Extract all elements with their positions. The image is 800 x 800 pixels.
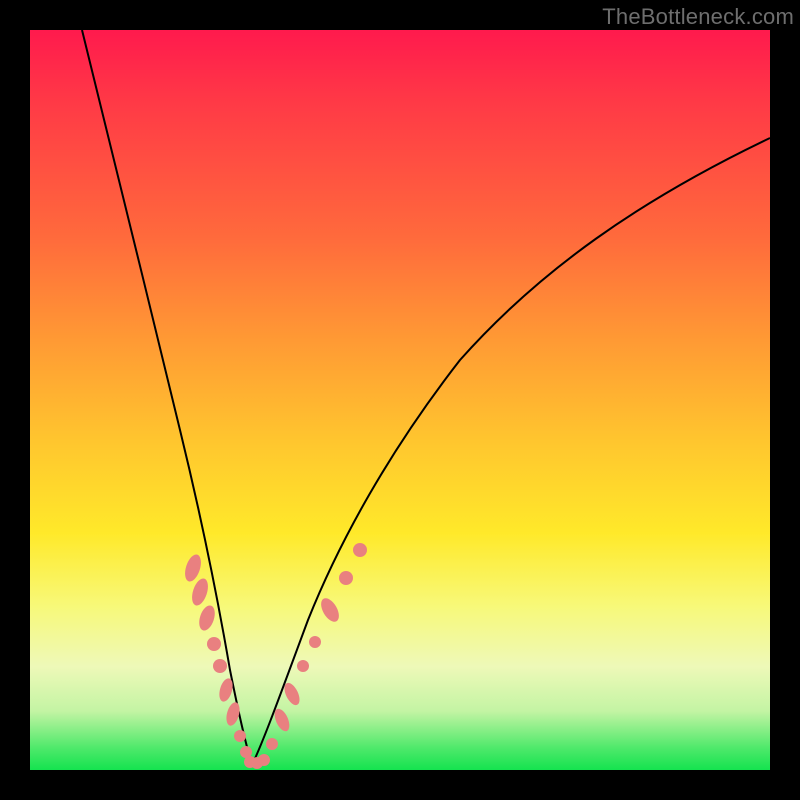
chart-frame: TheBottleneck.com (0, 0, 800, 800)
curve-layer (30, 30, 770, 770)
watermark-text: TheBottleneck.com (602, 4, 794, 30)
curve-left (82, 30, 252, 765)
plot-area (30, 30, 770, 770)
curve-right (252, 138, 770, 765)
